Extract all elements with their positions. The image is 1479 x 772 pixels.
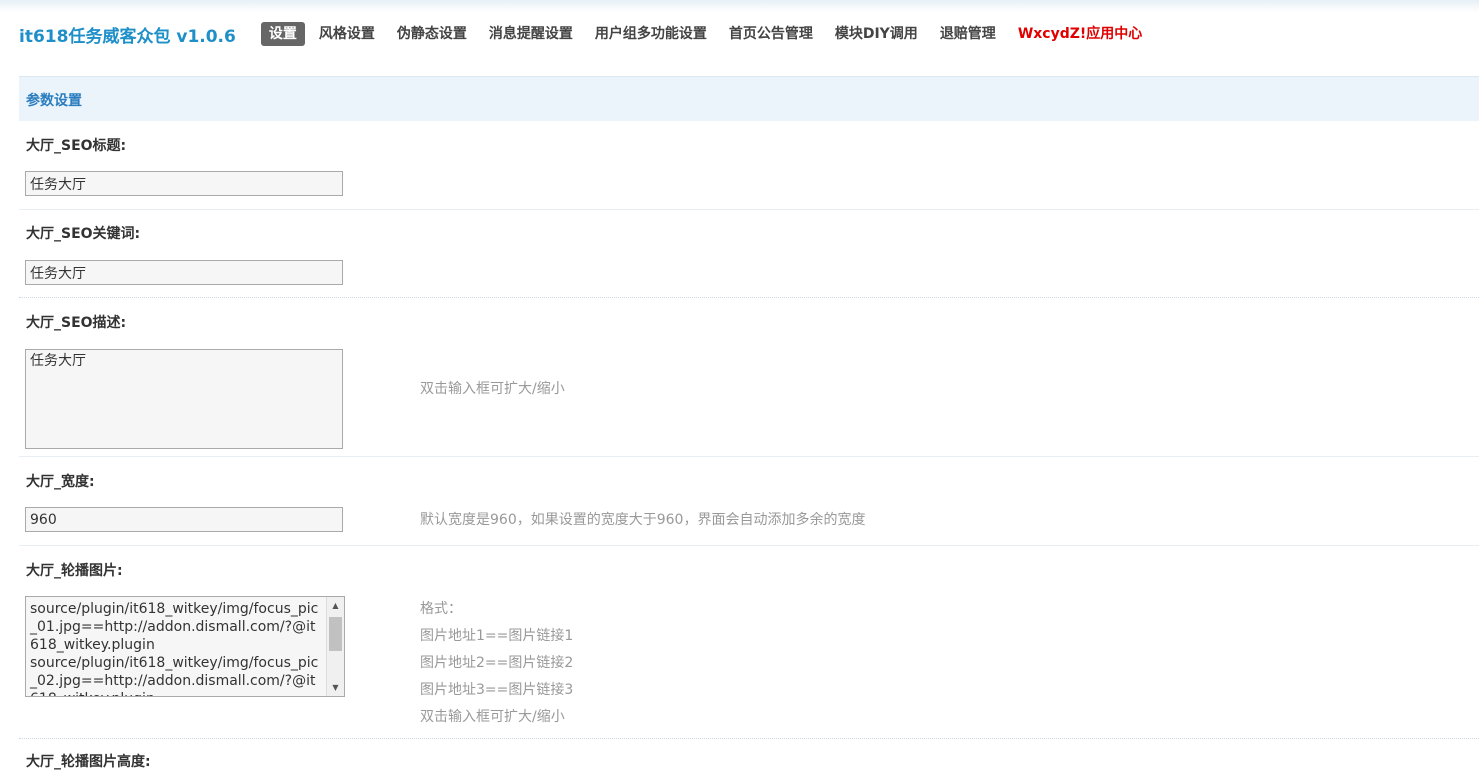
carousel-help-line-3: 图片地址3==图片链接3 bbox=[420, 682, 574, 698]
width-help: 默认宽度是960，如果设置的宽度大于960，界面会自动添加多余的宽度 bbox=[420, 512, 866, 528]
tab-homepage-notice[interactable]: 首页公告管理 bbox=[721, 22, 821, 46]
tab-message-reminder[interactable]: 消息提醒设置 bbox=[481, 22, 581, 46]
seo-description-help: 双击输入框可扩大/缩小 bbox=[420, 381, 565, 397]
tab-app-center[interactable]: WxcydZ!应用中心 bbox=[1010, 22, 1150, 46]
scrollbar-thumb[interactable] bbox=[329, 617, 342, 651]
scroll-down-arrow-icon[interactable]: ▼ bbox=[327, 679, 344, 696]
seo-title-input[interactable] bbox=[25, 171, 343, 196]
carousel-textarea-content: source/plugin/it618_witkey/img/focus_pic… bbox=[30, 601, 319, 696]
carousel-textarea[interactable]: source/plugin/it618_witkey/img/focus_pic… bbox=[25, 596, 345, 697]
carousel-help-line-2: 图片地址2==图片链接2 bbox=[420, 655, 574, 671]
row-divider bbox=[19, 456, 1479, 457]
row-divider bbox=[19, 209, 1479, 210]
row-divider bbox=[19, 297, 1479, 298]
app-title: it618任务威客众包 v1.0.6 bbox=[19, 26, 236, 47]
top-nav: it618任务威客众包 v1.0.6 设置 风格设置 伪静态设置 消息提醒设置 … bbox=[19, 20, 1156, 48]
carousel-help-resize: 双击输入框可扩大/缩小 bbox=[420, 709, 565, 725]
carousel-label: 大厅_轮播图片: bbox=[26, 563, 123, 579]
scroll-up-arrow-icon[interactable]: ▲ bbox=[327, 597, 344, 614]
carousel-help-format: 格式： bbox=[420, 601, 462, 617]
tab-pseudo-static[interactable]: 伪静态设置 bbox=[389, 22, 475, 46]
tab-refund-management[interactable]: 退赔管理 bbox=[932, 22, 1004, 46]
tab-module-diy[interactable]: 模块DIY调用 bbox=[827, 22, 926, 46]
carousel-help-line-1: 图片地址1==图片链接1 bbox=[420, 628, 574, 644]
seo-keywords-input[interactable] bbox=[25, 260, 343, 285]
scrollbar[interactable]: ▲ ▼ bbox=[326, 597, 344, 696]
seo-title-label: 大厅_SEO标题: bbox=[26, 138, 127, 154]
tab-settings[interactable]: 设置 bbox=[260, 22, 305, 46]
seo-description-label: 大厅_SEO描述: bbox=[26, 315, 127, 331]
section-header: 参数设置 bbox=[19, 76, 1479, 121]
tab-usergroup-functions[interactable]: 用户组多功能设置 bbox=[587, 22, 715, 46]
row-divider bbox=[19, 738, 1479, 739]
width-label: 大厅_宽度: bbox=[26, 474, 95, 490]
tab-style-settings[interactable]: 风格设置 bbox=[311, 22, 383, 46]
seo-keywords-label: 大厅_SEO关键词: bbox=[26, 226, 141, 242]
carousel-height-label: 大厅_轮播图片高度: bbox=[26, 754, 151, 770]
width-input[interactable] bbox=[25, 507, 343, 532]
section-title: 参数设置 bbox=[26, 93, 82, 109]
top-shade bbox=[0, 0, 1479, 12]
row-divider bbox=[19, 545, 1479, 546]
seo-description-textarea[interactable]: 任务大厅 bbox=[25, 349, 343, 449]
